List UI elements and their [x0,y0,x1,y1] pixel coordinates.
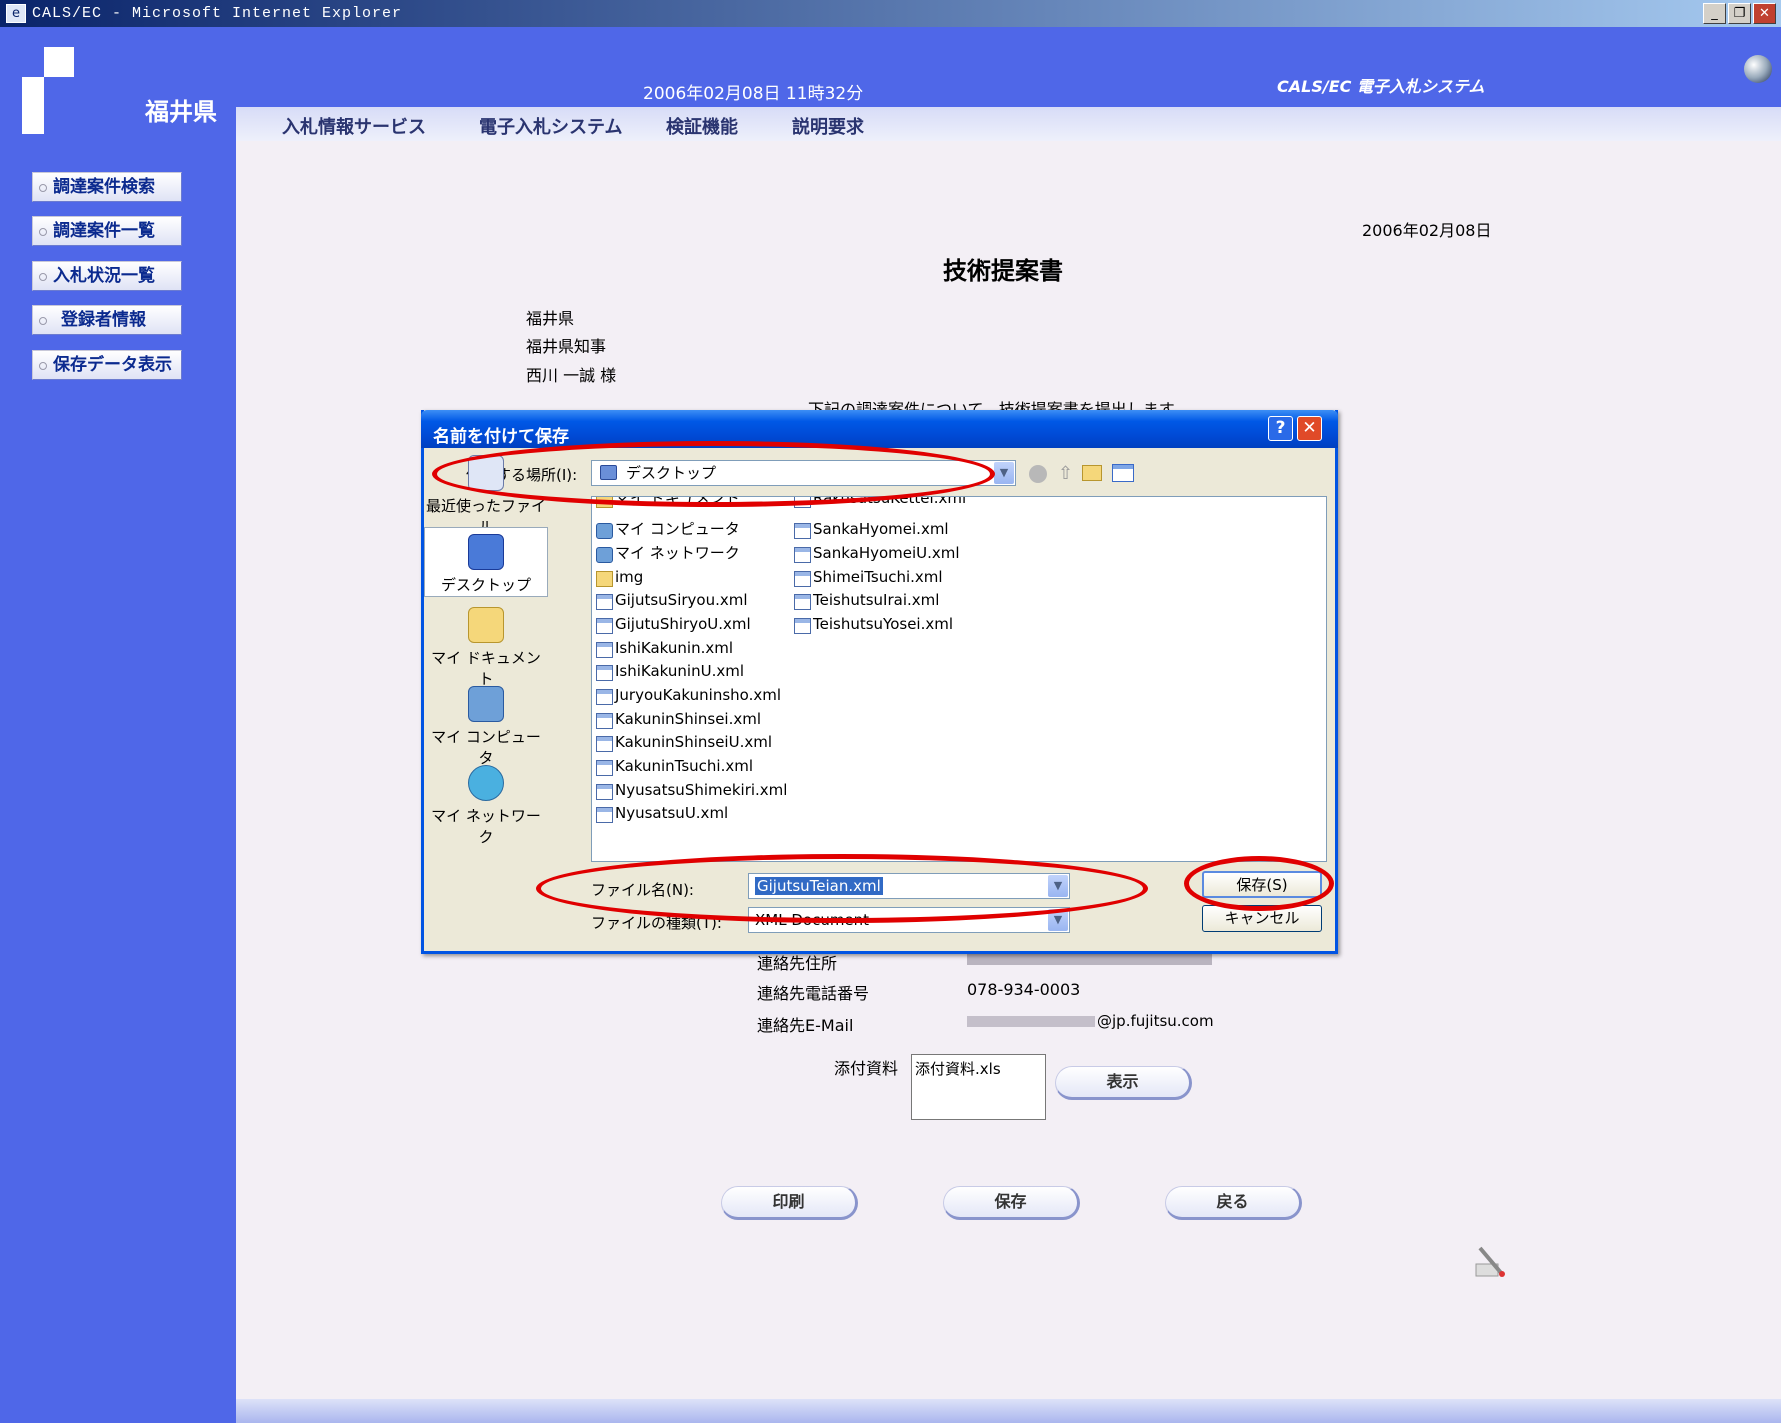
addressee-line-1: 福井県 [526,309,575,328]
file-item[interactable]: マイ ネットワーク [594,544,740,564]
place-desktop[interactable]: デスクトップ [424,527,548,597]
file-item[interactable]: マイ コンピュータ [594,520,740,540]
help-button[interactable]: ? [1268,416,1293,441]
file-item[interactable]: NyusatsuShimekiri.xml [594,781,787,801]
file-item[interactable]: KakuninShinseiU.xml [594,733,772,753]
back-button[interactable]: 戻る [1165,1186,1302,1220]
maximize-button[interactable]: ❐ [1728,3,1751,24]
file-item[interactable]: SankaHyomei.xml [792,520,949,540]
menu-verification[interactable]: 検証機能 [666,113,738,139]
contact-email-label: 連絡先E-Mail [757,1016,854,1035]
menu-bid-info[interactable]: 入札情報サービス [282,113,426,139]
sidebar-saved-data[interactable]: 保存データ表示 [32,350,182,380]
chevron-down-icon: ▼ [994,462,1014,484]
document-date: 2006年02月08日 [1362,221,1492,240]
file-item[interactable]: GijutsuSiryou.xml [594,591,748,611]
logo: 福井県 [0,27,236,141]
file-item[interactable]: IshiKakuninU.xml [594,662,744,682]
window-title: CALS/EC - Microsoft Internet Explorer [32,5,403,22]
addressee-line-3: 西川 一誠 様 [526,366,617,385]
places-bar: 最近使ったファイル デスクトップ マイ ドキュメント マイ コンピュータ マイ … [424,455,548,952]
contact-phone-label: 連絡先電話番号 [757,984,870,1003]
file-item[interactable]: IshiKakunin.xml [594,639,733,659]
highlight-oval-filename [536,854,1148,923]
file-item[interactable]: img [594,568,643,588]
redacted-email [967,1016,1095,1027]
attachment-label: 添付資料 [834,1059,899,1078]
top-menu: 入札情報サービス 電子入札システム 検証機能 説明要求 [236,107,1781,141]
prefecture-logo-text: 福井県 [145,98,217,126]
file-item[interactable]: SankaHyomeiU.xml [792,544,960,564]
attachment-file[interactable]: 添付資料.xls [915,1060,1001,1078]
contact-phone: 078-934-0003 [967,980,1081,999]
file-item[interactable]: ShimeiTsuchi.xml [792,568,943,588]
view-menu-icon[interactable] [1112,464,1134,482]
contact-email-domain: @jp.fujitsu.com [1097,1012,1214,1030]
place-my-documents[interactable]: マイ ドキュメント [424,607,548,689]
page-save-button[interactable]: 保存 [943,1186,1080,1220]
redacted-address [967,953,1212,965]
dialog-titlebar: 名前を付けて保存 ? ✕ [421,410,1338,448]
print-button[interactable]: 印刷 [721,1186,858,1220]
sidebar-bid-status-list[interactable]: 入札状況一覧 [32,261,182,291]
back-icon[interactable] [1029,465,1047,483]
header-datetime: 2006年02月08日 11時32分 [643,84,864,104]
attachment-list[interactable]: 添付資料.xls [911,1054,1046,1120]
window-titlebar: e CALS/EC - Microsoft Internet Explorer … [0,0,1781,27]
close-button[interactable]: ✕ [1753,3,1776,24]
file-item[interactable]: KakuninTsuchi.xml [594,757,753,777]
file-item[interactable]: TeishutsuYosei.xml [792,615,953,635]
document-title: 技術提案書 [943,257,1063,285]
new-folder-icon[interactable] [1082,465,1102,481]
bottom-bar [236,1399,1781,1423]
show-button[interactable]: 表示 [1055,1066,1192,1100]
file-item[interactable]: KakuninShinsei.xml [594,710,761,730]
sidebar-procurement-list[interactable]: 調達案件一覧 [32,216,182,246]
file-item[interactable]: TeishutsuIrai.xml [792,591,939,611]
file-list[interactable]: マイ ドキュメント マイ コンピュータ マイ ネットワーク img Gijuts… [591,496,1327,862]
globe-icon [1744,55,1772,83]
addressee-line-2: 福井県知事 [526,337,607,356]
menu-explanation-request[interactable]: 説明要求 [792,113,864,139]
file-item[interactable]: JuryouKakuninsho.xml [594,686,781,706]
pen-icon [1475,1246,1505,1277]
file-item[interactable]: GijutuShiryoU.xml [594,615,751,635]
sidebar-procurement-search[interactable]: 調達案件検索 [32,172,182,202]
dialog-close-button[interactable]: ✕ [1297,416,1322,441]
file-item[interactable]: NyusatsuU.xml [594,804,728,824]
menu-e-bidding[interactable]: 電子入札システム [479,113,622,139]
minimize-button[interactable]: _ [1703,3,1726,24]
up-folder-icon[interactable]: ⇧ [1058,463,1073,484]
sidebar-registrant-info[interactable]: 登録者情報 [32,305,182,335]
place-my-network[interactable]: マイ ネットワーク [424,765,548,847]
place-my-computer[interactable]: マイ コンピュータ [424,686,548,768]
highlight-oval-save-button [1184,856,1334,911]
highlight-oval-save-in [432,441,995,507]
system-title: CALS/EC 電子入札システム [1277,77,1485,96]
dialog-title: 名前を付けて保存 [433,427,569,447]
ie-icon: e [6,4,26,23]
